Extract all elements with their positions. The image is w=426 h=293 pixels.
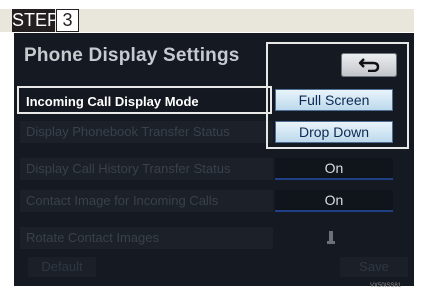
save-button[interactable]: Save [340, 257, 408, 277]
full-screen-option[interactable]: Full Screen [275, 89, 393, 111]
contact-image-on-toggle[interactable]: On [275, 190, 393, 212]
step-number: 3 [56, 9, 79, 32]
display-phonebook-transfer-status-row[interactable]: Display Phonebook Transfer Status [20, 121, 273, 143]
image-code: VX50ISS81 [370, 283, 402, 289]
contact-image-incoming-calls-row[interactable]: Contact Image for Incoming Calls [20, 190, 273, 212]
default-button[interactable]: Default [28, 257, 96, 277]
drop-down-option[interactable]: Drop Down [275, 121, 393, 143]
display-call-history-transfer-status-row[interactable]: Display Call History Transfer Status [20, 158, 273, 180]
rotate-indicator-icon [327, 231, 335, 244]
step-label: STEP [12, 9, 60, 32]
rotate-contact-images-row[interactable]: Rotate Contact Images [20, 227, 273, 249]
call-history-on-toggle[interactable]: On [275, 158, 393, 180]
page-title: Phone Display Settings [24, 45, 240, 66]
incoming-call-display-mode-row[interactable]: Incoming Call Display Mode [20, 91, 273, 113]
back-button[interactable] [341, 53, 397, 77]
back-arrow-icon [358, 58, 380, 72]
phone-display-settings-screen: Phone Display Settings Incoming Call Dis… [14, 33, 414, 286]
